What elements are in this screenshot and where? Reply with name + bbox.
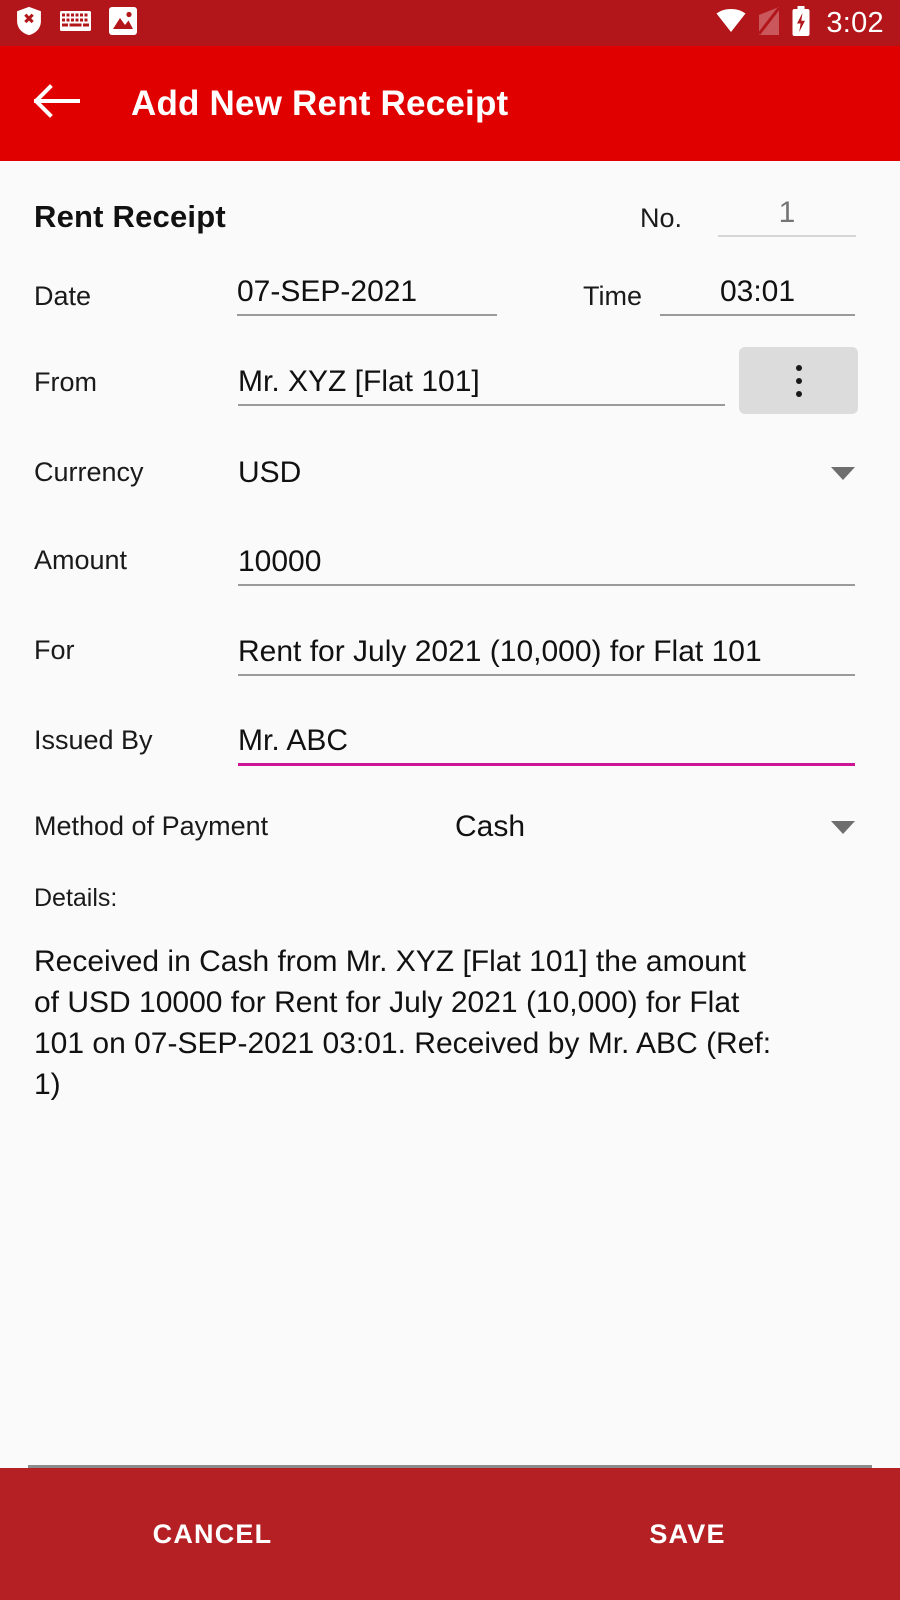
method-of-payment-row: Method of Payment — [34, 813, 268, 840]
issued-by-label: Issued By — [34, 725, 153, 755]
keyboard-icon — [60, 10, 91, 37]
image-icon — [109, 6, 137, 40]
shield-x-icon — [16, 6, 42, 41]
details-text: Received in Cash from Mr. XYZ [Flat 101]… — [34, 945, 772, 1101]
from-field[interactable]: Mr. XYZ [Flat 101] — [238, 351, 725, 406]
amount-value: 10000 — [238, 545, 322, 579]
page-title: Add New Rent Receipt — [131, 83, 509, 123]
chevron-down-icon — [831, 820, 855, 834]
battery-charging-icon — [792, 5, 810, 41]
for-field[interactable]: Rent for July 2021 (10,000) for Flat 101 — [238, 621, 855, 676]
from-label: From — [34, 367, 97, 397]
method-of-payment-value: Cash — [455, 809, 526, 843]
method-of-payment-label: Method of Payment — [34, 811, 269, 841]
details-label: Details: — [34, 884, 118, 912]
time-row: Time — [583, 283, 642, 310]
receipt-number-value: 1 — [778, 196, 796, 230]
time-value: 03:01 — [719, 275, 796, 309]
no-sim-icon — [758, 6, 781, 40]
save-button[interactable]: SAVE — [465, 1520, 900, 1548]
issued-by-value: Mr. ABC — [238, 724, 349, 758]
receipt-number-field[interactable]: 1 — [718, 191, 856, 237]
issued-by-field[interactable]: Mr. ABC — [238, 710, 855, 766]
wifi-icon — [716, 8, 746, 38]
cancel-button[interactable]: CANCEL — [0, 1520, 465, 1548]
from-row: From — [34, 369, 97, 396]
currency-dropdown[interactable]: USD — [238, 447, 855, 499]
date-label: Date — [34, 281, 92, 311]
back-button[interactable] — [30, 77, 84, 131]
amount-row: Amount — [34, 547, 127, 574]
date-row: Date — [34, 283, 91, 310]
for-row: For — [34, 637, 75, 664]
status-bar-right-icons: 3:02 — [716, 5, 884, 41]
arrow-back-icon — [33, 84, 80, 123]
status-bar-clock: 3:02 — [826, 6, 884, 39]
currency-label: Currency — [34, 457, 144, 487]
time-field[interactable]: 03:01 — [660, 269, 855, 316]
issued-by-row: Issued By — [34, 727, 153, 754]
app-bar: Add New Rent Receipt — [0, 46, 900, 161]
for-label: For — [34, 635, 75, 665]
currency-row: Currency — [34, 459, 144, 486]
currency-value: USD — [238, 455, 302, 489]
section-title: Rent Receipt — [34, 199, 226, 234]
amount-label: Amount — [34, 545, 128, 575]
bottom-action-bar: CANCEL SAVE — [0, 1468, 900, 1600]
kebab-menu-icon — [795, 364, 802, 397]
date-field[interactable]: 07-SEP-2021 — [237, 269, 497, 316]
time-label: Time — [583, 281, 642, 311]
from-value: Mr. XYZ [Flat 101] — [238, 365, 480, 399]
method-of-payment-dropdown[interactable]: Cash — [455, 801, 855, 853]
for-value: Rent for July 2021 (10,000) for Flat 101 — [238, 635, 762, 669]
receipt-number-row: No. — [640, 205, 682, 232]
amount-field[interactable]: 10000 — [238, 531, 855, 586]
from-picker-button[interactable] — [739, 347, 858, 414]
status-bar-left-icons — [16, 6, 137, 41]
form-content: Rent Receipt No. 1 Date 07-SEP-2021 Time… — [0, 161, 900, 1468]
date-value: 07-SEP-2021 — [237, 275, 418, 309]
receipt-number-label: No. — [640, 203, 683, 233]
status-bar: 3:02 — [0, 0, 900, 46]
chevron-down-icon — [831, 466, 855, 480]
